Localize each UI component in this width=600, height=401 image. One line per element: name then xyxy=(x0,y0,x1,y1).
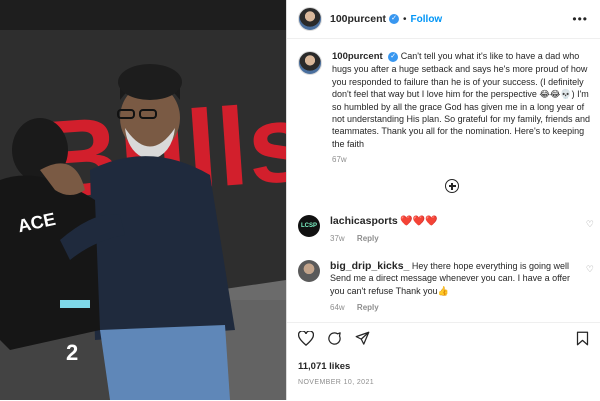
comment-icon[interactable] xyxy=(327,331,342,351)
post-date[interactable]: NOVEMBER 10, 2021 xyxy=(298,379,374,386)
reply-button[interactable]: Reply xyxy=(357,303,379,312)
comment-time[interactable]: 37w xyxy=(330,234,345,243)
comment-meta: 37w Reply xyxy=(330,233,438,245)
caption-time[interactable]: 67w xyxy=(332,154,594,166)
comment-body: lachicasports ❤️❤️❤️ 37w Reply xyxy=(330,215,438,246)
comment-username[interactable]: lachicasports xyxy=(330,215,398,227)
comment-like-icon[interactable]: ♡ xyxy=(586,219,594,230)
post-actions: 11,071 likes NOVEMBER 10, 2021 xyxy=(287,322,600,401)
caption-avatar[interactable] xyxy=(298,51,322,75)
likes-count[interactable]: 11,071 likes xyxy=(298,361,350,372)
comment-username[interactable]: big_drip_kicks_ xyxy=(330,260,409,272)
heart-outline-icon[interactable] xyxy=(297,330,315,351)
comment-text: ❤️❤️❤️ xyxy=(400,216,438,227)
author-username[interactable]: 100purcent xyxy=(330,13,386,25)
caption-text: Can't tell you what it's like to have a … xyxy=(332,51,590,149)
comment-item: big_drip_kicks_ Hey there hope everythin… xyxy=(298,260,594,315)
plus-circle-icon[interactable] xyxy=(445,179,459,193)
reply-button[interactable]: Reply xyxy=(357,234,379,243)
photo-illustration: Bulls ACE 2 xyxy=(0,0,286,400)
more-horizontal-icon[interactable]: ••• xyxy=(572,12,588,26)
separator-dot: • xyxy=(403,13,407,25)
caption-body: 100purcent ✓ Can't tell you what it's li… xyxy=(332,50,594,167)
caption-username[interactable]: 100purcent xyxy=(332,51,383,62)
man-jeans xyxy=(100,325,230,400)
comment-avatar[interactable]: LCSP xyxy=(298,215,320,237)
caption: 100purcent ✓ Can't tell you what it's li… xyxy=(298,50,594,167)
verified-badge-icon: ✓ xyxy=(388,51,399,62)
comment-like-icon[interactable]: ♡ xyxy=(586,264,594,275)
follow-button[interactable]: Follow xyxy=(411,14,443,25)
bookmark-icon[interactable] xyxy=(576,331,589,351)
comment-meta: 64w Reply xyxy=(330,302,580,314)
share-icon[interactable] xyxy=(355,331,370,351)
jersey-number: 2 xyxy=(66,340,78,365)
verified-badge-icon: ✓ xyxy=(389,14,400,24)
action-icons xyxy=(297,330,383,351)
post-panel: 100purcent ✓ • Follow ••• 100purcent ✓ C… xyxy=(287,0,600,400)
comment-time[interactable]: 64w xyxy=(330,303,345,312)
comment-avatar[interactable] xyxy=(298,260,320,282)
post-photo[interactable]: Bulls ACE 2 xyxy=(0,0,286,400)
post-header: 100purcent ✓ • Follow ••• xyxy=(287,0,600,39)
comment-item: LCSP lachicasports ❤️❤️❤️ 37w Reply ♡ xyxy=(298,215,594,246)
author-avatar[interactable] xyxy=(298,7,322,31)
comment-body: big_drip_kicks_ Hey there hope everythin… xyxy=(330,260,580,315)
woman-jersey xyxy=(0,175,100,350)
